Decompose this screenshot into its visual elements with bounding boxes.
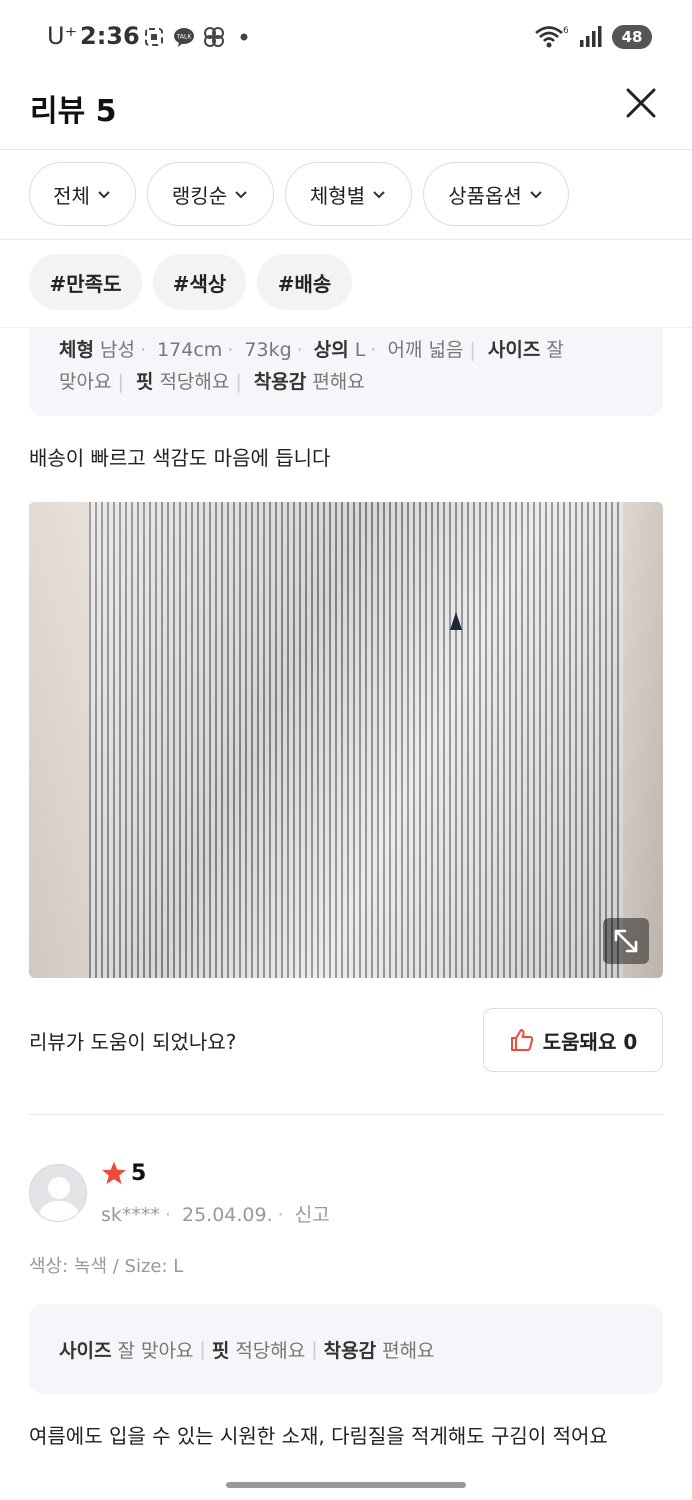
helpful-question: 리뷰가 도움이 되었나요? (29, 1030, 237, 1054)
status-time: 2:36 (80, 22, 140, 50)
review-text: 여름에도 입을 수 있는 시원한 소재, 다림질을 적게해도 구김이 적어요 (29, 1424, 608, 1448)
filter-row: 전체 랭킹순 체형별 상품옵션 (0, 150, 692, 240)
filter-product-option-label: 상품옵션 (448, 183, 522, 208)
kakaotalk-icon: TALK (174, 28, 194, 47)
top-label: 상의 (313, 339, 349, 361)
filter-body-type-label: 체형별 (309, 183, 366, 208)
size-value-a: 잘 (546, 339, 564, 361)
page-title: 리뷰 5 (30, 94, 117, 129)
chevron-down-icon (98, 191, 110, 199)
review-text: 배송이 빠르고 색감도 마음에 듭니다 (29, 446, 331, 470)
wear-value: 편해요 (312, 371, 365, 393)
weight: 73kg (244, 339, 292, 361)
body-type-label: 체형 (59, 339, 94, 361)
shirt-logo-icon (450, 612, 462, 630)
review-body-info: 체형 남성 · 174cm · 73kg · 상의 L · 어깨 넓음 | 사이즈 잘 맞… (29, 328, 663, 416)
review-list[interactable]: 체형 남성 · 174cm · 73kg · 상의 L · 어깨 넓음 | 사이즈 잘 맞… (0, 328, 692, 1500)
dot-icon (240, 33, 248, 41)
review-date: 25.04.09. (182, 1204, 273, 1226)
chevron-down-icon (530, 191, 542, 199)
fit-value: 적당해요 (235, 1339, 306, 1362)
divider (29, 1114, 663, 1115)
expand-photo-button[interactable] (603, 918, 649, 964)
user-icon (38, 1177, 80, 1221)
purchased-option: 색상: 녹색 / Size: L (29, 1256, 184, 1277)
pinwheel-icon (204, 27, 224, 47)
reviewer-name: sk**** (101, 1204, 160, 1226)
header: 리뷰 5 (0, 76, 692, 150)
shoulder: 어깨 넓음 (387, 339, 464, 361)
chevron-down-icon (235, 191, 247, 199)
home-indicator[interactable] (226, 1482, 466, 1488)
height: 174cm (157, 339, 223, 361)
svg-text:6: 6 (563, 26, 568, 36)
filter-all[interactable]: 전체 (29, 162, 136, 226)
screenshot-icon (145, 28, 163, 46)
filter-ranking[interactable]: 랭킹순 (147, 162, 274, 226)
report-link[interactable]: 신고 (295, 1204, 330, 1226)
status-bar: U⁺ 2:36 TALK 6 48 (0, 0, 692, 76)
filter-ranking-label: 랭킹순 (171, 183, 228, 208)
review-photo[interactable] (29, 502, 663, 978)
star-icon (102, 1161, 126, 1185)
fit-value: 적당해요 (159, 371, 230, 393)
filter-product-option[interactable]: 상품옵션 (423, 162, 569, 226)
tag-color[interactable]: #색상 (153, 254, 246, 310)
close-icon[interactable] (624, 86, 658, 120)
helpful-button[interactable]: 도움돼요 0 (483, 1008, 663, 1072)
notification-icons: TALK (143, 26, 255, 48)
gender: 남성 (100, 339, 135, 361)
wear-value: 편해요 (382, 1339, 435, 1362)
carrier-label: U⁺ (47, 22, 78, 50)
fit-label: 핏 (135, 371, 154, 393)
avatar (29, 1164, 87, 1222)
review-fit-info: 사이즈 잘 맞아요 | 핏 적당해요 | 착용감 편해요 (29, 1304, 663, 1394)
chevron-down-icon (373, 191, 385, 199)
tag-satisfaction[interactable]: #만족도 (29, 254, 142, 310)
svg-text:TALK: TALK (176, 34, 193, 41)
filter-all-label: 전체 (53, 183, 90, 208)
wear-label: 착용감 (323, 1339, 377, 1362)
expand-icon (614, 929, 638, 953)
size-value: 잘 맞아요 (117, 1339, 194, 1362)
size-value-b: 맞아요 (59, 371, 112, 393)
helpful-button-label: 도움돼요 0 (542, 1029, 638, 1054)
filter-body-type[interactable]: 체형별 (285, 162, 412, 226)
rating: 5 (101, 1160, 146, 1186)
tag-row: #만족도 #색상 #배송 (0, 240, 692, 328)
wear-label: 착용감 (253, 371, 307, 393)
size-label: 사이즈 (487, 339, 541, 361)
wifi-icon: 6 (535, 26, 568, 48)
battery-icon: 48 (612, 25, 652, 49)
fit-label: 핏 (211, 1339, 230, 1362)
review-meta: sk**** · 25.04.09. · 신고 (101, 1204, 330, 1226)
top-size: L (354, 339, 366, 361)
size-label: 사이즈 (59, 1339, 112, 1362)
rating-value: 5 (131, 1160, 147, 1186)
thumbs-up-icon (510, 1029, 533, 1051)
signal-icon (580, 26, 602, 47)
status-right: 6 48 (534, 24, 652, 50)
tag-delivery[interactable]: #배송 (257, 254, 352, 310)
